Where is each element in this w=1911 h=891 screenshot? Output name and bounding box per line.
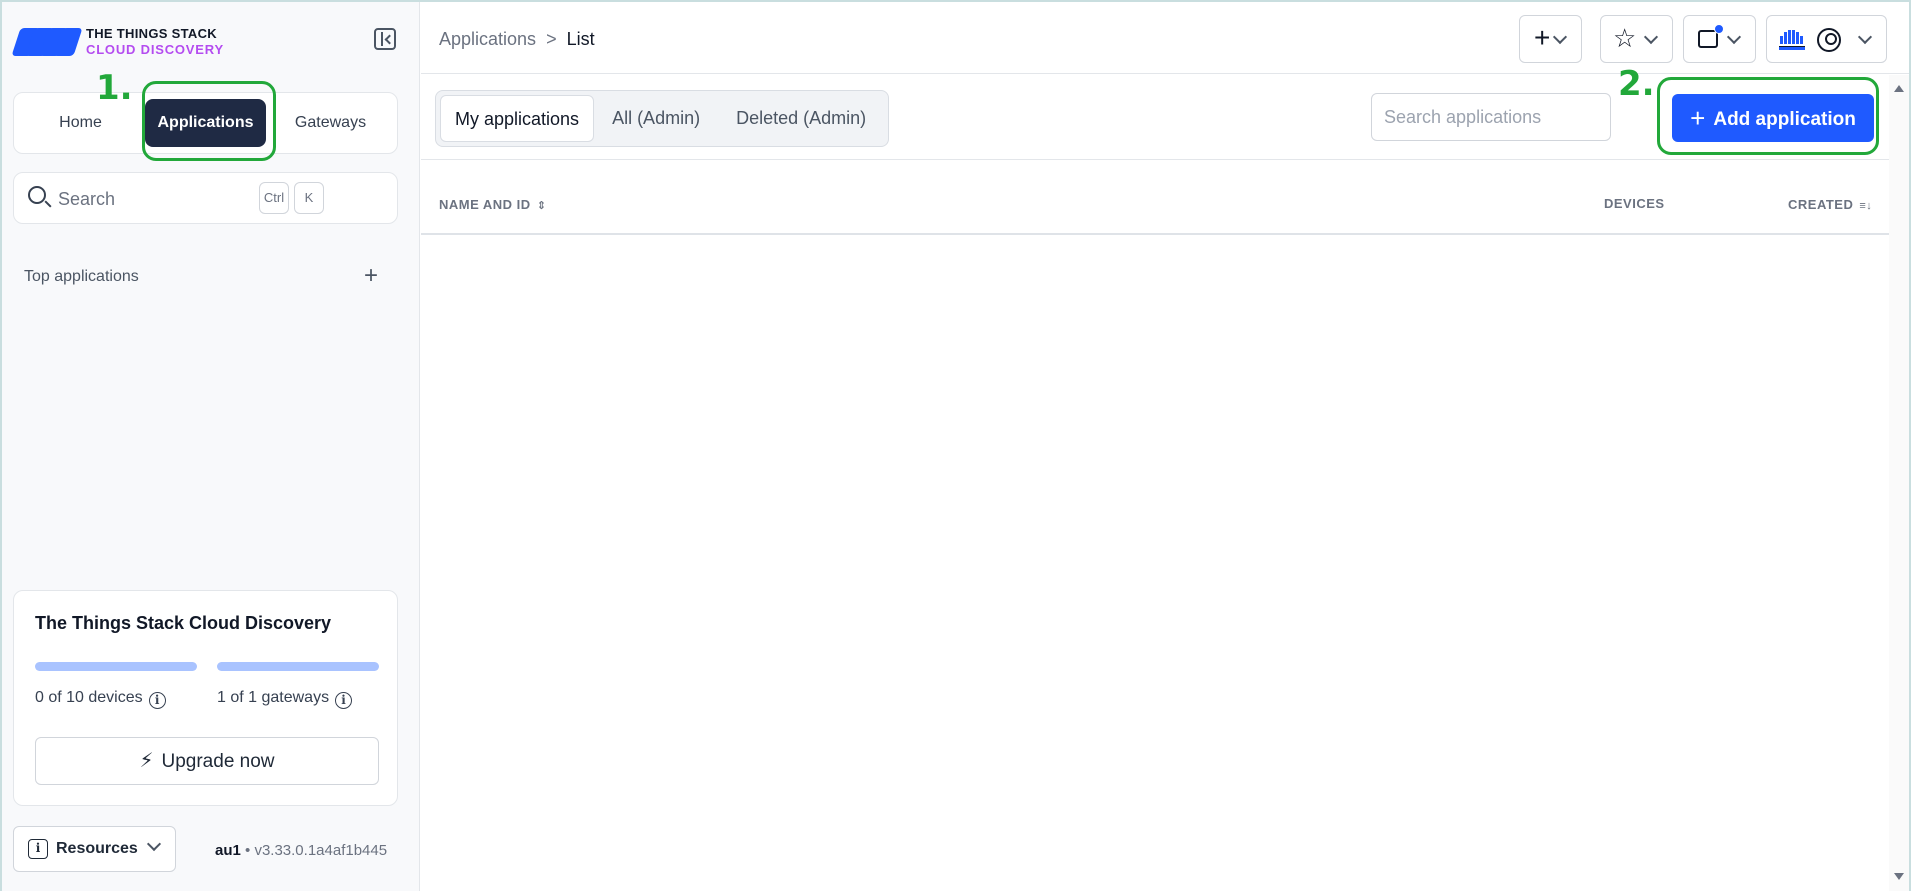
cluster-label: au1: [215, 842, 241, 859]
brand-logo[interactable]: THE THINGS STACK CLOUD DISCOVERY: [11, 24, 224, 60]
column-name-and-id[interactable]: NAME AND ID ⇕: [439, 197, 546, 212]
chevron-down-icon: [146, 836, 162, 852]
sort-descending-icon: ≡↓: [1859, 200, 1873, 212]
version-info: au1 • v3.33.0.1a4af1b445: [215, 842, 387, 859]
breadcrumb: Applications > List: [439, 29, 595, 50]
gateways-usage: 1 of 1 gateways i: [217, 689, 353, 709]
gateways-usage-label: 1 of 1 gateways: [217, 689, 330, 706]
notifications-dropdown[interactable]: [1683, 15, 1756, 63]
add-top-application-icon[interactable]: +: [364, 264, 378, 288]
bookmarks-dropdown[interactable]: ☆: [1600, 15, 1673, 63]
user-icon: [1817, 28, 1841, 52]
devices-usage: 0 of 10 devices i: [35, 689, 166, 709]
column-created[interactable]: CREATED ≡↓: [1788, 197, 1872, 212]
kbd-ctrl: Ctrl: [259, 182, 289, 214]
info-icon[interactable]: i: [148, 692, 166, 709]
info-icon: i: [28, 839, 48, 859]
brand-line1: THE THINGS STACK: [86, 26, 217, 41]
chevron-down-icon: [1726, 29, 1742, 45]
create-dropdown[interactable]: +: [1519, 15, 1582, 63]
annotation-step-2: 2.: [1618, 64, 1655, 104]
upgrade-button[interactable]: ⚡︎ Upgrade now: [35, 737, 379, 785]
column-created-label: CREATED: [1788, 197, 1854, 212]
sidebar-search[interactable]: Search Ctrl K: [13, 172, 398, 224]
plan-card: The Things Stack Cloud Discovery 0 of 10…: [13, 590, 398, 806]
devices-usage-bar: [35, 662, 197, 671]
annotation-highlight-1: [142, 81, 276, 161]
plus-icon: +: [1534, 22, 1551, 53]
brand-line2: CLOUD DISCOVERY: [86, 42, 224, 57]
notification-dot: [1714, 24, 1724, 34]
tab-deleted-admin[interactable]: Deleted (Admin): [718, 95, 884, 142]
organization-logo-icon: [1779, 28, 1805, 50]
logo-icon: [11, 24, 83, 60]
info-icon[interactable]: i: [335, 692, 353, 709]
scroll-up-arrow-icon[interactable]: [1894, 85, 1904, 92]
search-icon: [28, 186, 46, 204]
tab-all-admin[interactable]: All (Admin): [594, 95, 718, 142]
resources-label: Resources: [56, 840, 138, 857]
collapse-sidebar-icon[interactable]: [374, 28, 396, 50]
column-name-label: NAME AND ID: [439, 197, 531, 212]
lightning-icon: ⚡︎: [139, 750, 154, 772]
nav-gateways[interactable]: Gateways: [270, 99, 391, 147]
plan-title: The Things Stack Cloud Discovery: [35, 613, 332, 633]
column-devices: DEVICES: [1604, 196, 1665, 211]
resources-dropdown[interactable]: i Resources: [13, 826, 176, 872]
scroll-down-arrow-icon[interactable]: [1894, 873, 1904, 880]
devices-usage-label: 0 of 10 devices: [35, 689, 143, 706]
chevron-down-icon: [1857, 29, 1873, 45]
account-dropdown[interactable]: [1766, 15, 1887, 63]
annotation-highlight-2: [1657, 77, 1879, 155]
sort-icon: ⇕: [536, 200, 547, 212]
breadcrumb-separator: >: [546, 29, 557, 49]
search-applications-input[interactable]: Search applications: [1371, 93, 1611, 141]
tab-my-applications[interactable]: My applications: [440, 95, 595, 142]
upgrade-label: Upgrade now: [161, 751, 275, 772]
breadcrumb-current: List: [566, 29, 595, 49]
application-filter-tabs: My applications All (Admin) Deleted (Adm…: [435, 90, 890, 147]
breadcrumb-applications[interactable]: Applications: [439, 29, 536, 49]
sidebar-search-placeholder: Search: [58, 189, 116, 209]
kbd-k: K: [294, 182, 324, 214]
build-label: • v3.33.0.1a4af1b445: [245, 842, 388, 859]
top-bar: Applications > List + ☆: [421, 2, 1909, 74]
gateways-usage-bar: [217, 662, 379, 671]
chevron-down-icon: [1552, 29, 1568, 45]
table-header: NAME AND ID ⇕ DEVICES CREATED ≡↓: [421, 161, 1889, 235]
chevron-down-icon: [1643, 29, 1659, 45]
scrollbar[interactable]: [1889, 75, 1909, 891]
annotation-step-1: 1.: [96, 68, 133, 108]
star-icon: ☆: [1613, 23, 1637, 53]
top-applications-heading: Top applications: [24, 268, 139, 285]
